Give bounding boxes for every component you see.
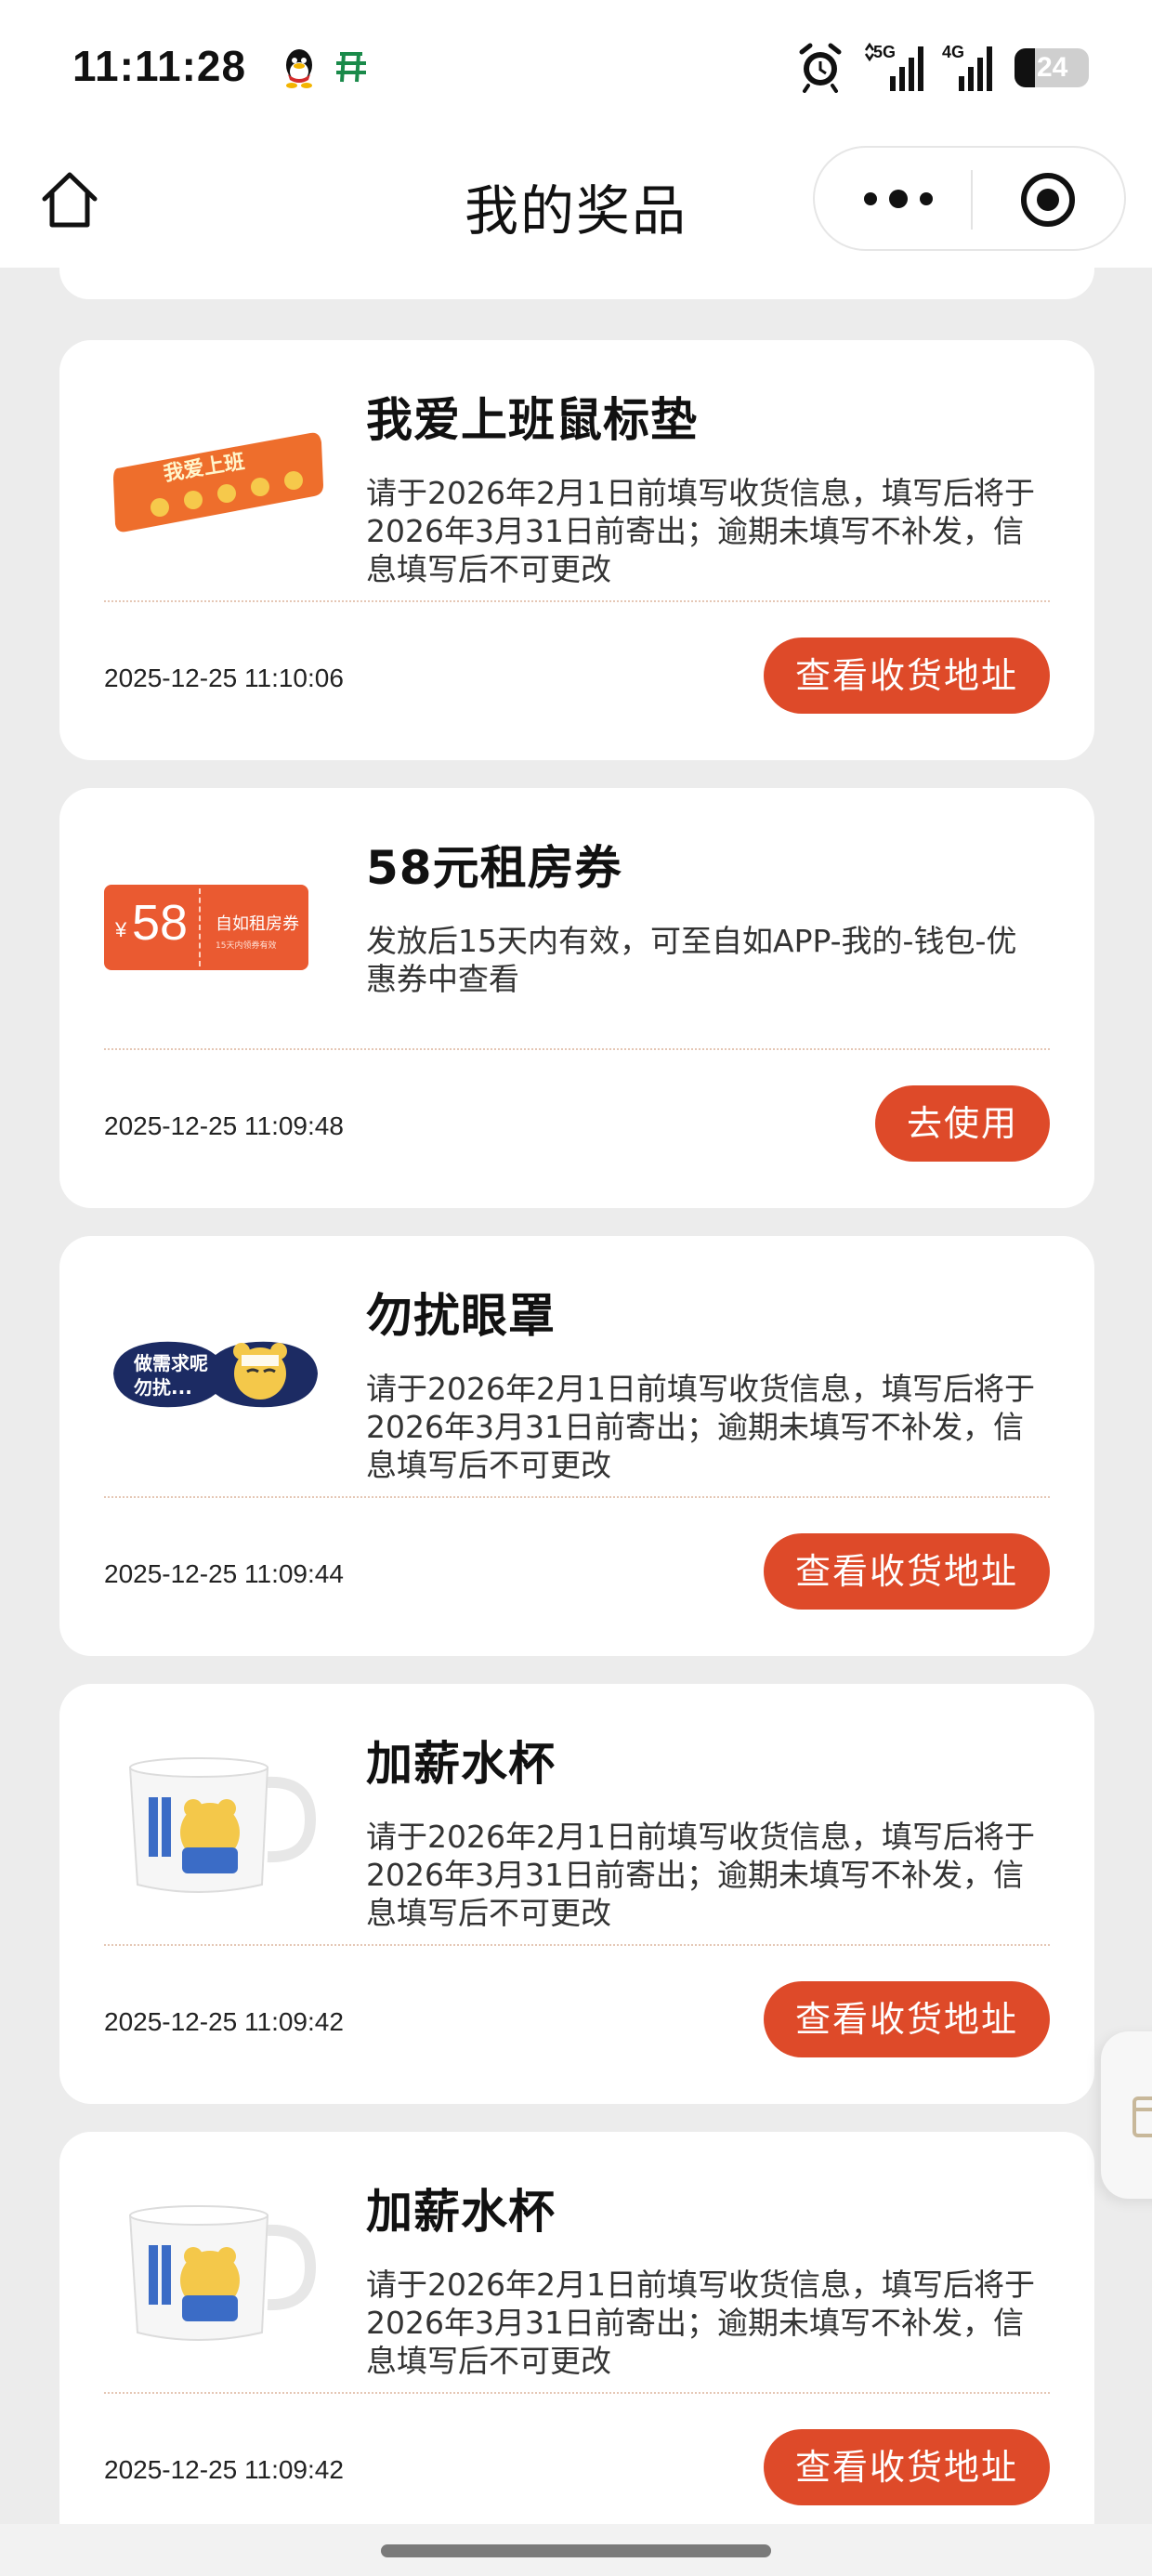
battery-icon: 24 [1015,48,1089,87]
divider [104,1048,1050,1050]
signal-5g-icon: 5G [862,41,927,93]
eye-mask-text-2: 勿扰... [134,1376,192,1399]
view-address-button[interactable]: 查看收货地址 [763,1981,1050,2057]
prize-name: 我爱上班鼠标垫 [366,393,698,447]
coupon-currency: ¥ [115,918,127,941]
divider [104,1944,1050,1946]
coupon-amount: 58 [132,895,189,951]
prize-name: 58元租房券 [366,841,622,895]
view-address-button[interactable]: 查看收货地址 [763,1533,1050,1610]
prize-time: 2025-12-25 11:10:06 [104,664,344,692]
target-close-icon[interactable] [1019,171,1077,229]
prize-description: 请于2026年2月1日前填写收货信息，填写后将于2026年3月31日前寄出；逾期… [366,1819,1035,1931]
prize-card: 加薪水杯 请于2026年2月1日前填写收货信息，填写后将于2026年3月31日前… [59,2132,1094,2524]
prize-name: 勿扰眼罩 [366,1289,556,1343]
mini-program-capsule [813,146,1126,251]
prize-card: ¥ 58 自如租房券 15天内领券有效 58元租房券 发放后15天内有效，可至自… [59,788,1094,1208]
status-bar: 11:11:28 5G 4G 24 [0,0,1152,138]
prize-description: 请于2026年2月1日前填写收货信息，填写后将于2026年3月31日前寄出；逾期… [366,475,1035,587]
system-navigation-bar [0,2524,1152,2576]
prize-card: 加薪水杯 请于2026年2月1日前填写收货信息，填写后将于2026年3月31日前… [59,1684,1094,2104]
prize-description: 请于2026年2月1日前填写收货信息，填写后将于2026年3月31日前寄出；逾期… [366,2267,1035,2379]
coupon-image: ¥ 58 自如租房券 15天内领券有效 [104,833,327,1019]
more-dots-icon[interactable] [852,176,945,222]
prize-time: 2025-12-25 11:09:42 [104,2007,344,2036]
previous-card-edge [59,268,1094,299]
divider [104,600,1050,602]
prize-time: 2025-12-25 11:09:44 [104,1559,344,1588]
view-address-button[interactable]: 查看收货地址 [763,637,1050,714]
prize-time: 2025-12-25 11:09:42 [104,2455,344,2484]
signal-4g-icon: 4G [940,41,998,93]
prize-card: 做需求呢 勿扰... 勿扰眼罩 请于2026年2月1日前填写收货信息，填写后将于… [59,1236,1094,1656]
mouse-pad-image: 我爱上班 [113,432,323,532]
divider [104,1496,1050,1498]
prize-list[interactable]: 我爱上班 我爱上班鼠标垫 请于2026年2月1日前填写收货信息，填写后将于202… [0,268,1152,2524]
prize-description: 发放后15天内有效，可至自如APP-我的-钱包-优惠券中查看 [366,923,1017,997]
view-address-button[interactable]: 查看收货地址 [763,2429,1050,2505]
battery-level: 24 [1037,52,1068,83]
nav-bar: 我的奖品 [0,138,1152,268]
prize-card: 我爱上班 我爱上班鼠标垫 请于2026年2月1日前填写收货信息，填写后将于202… [59,340,1094,760]
alarm-icon [799,43,842,93]
eye-mask-text-1: 做需求呢 [133,1352,208,1374]
floating-side-tab[interactable] [1101,2031,1152,2199]
status-time: 11:11:28 [72,42,247,90]
divider [104,2392,1050,2394]
use-coupon-button[interactable]: 去使用 [874,1085,1050,1162]
mug-image [128,2205,317,2341]
coupon-sub: 15天内领券有效 [216,941,277,951]
home-indicator[interactable] [381,2544,771,2557]
prize-time: 2025-12-25 11:09:48 [104,1111,344,1140]
qq-icon [286,49,312,88]
prize-description: 请于2026年2月1日前填写收货信息，填写后将于2026年3月31日前寄出；逾期… [366,1371,1035,1483]
eye-mask-image: 做需求呢 勿扰... [113,1341,318,1408]
mug-image [128,1757,317,1893]
gift-box-icon [1132,2096,1152,2137]
coupon-label: 自如租房券 [216,914,299,934]
prize-name: 加薪水杯 [366,2185,556,2239]
wallet-icon [336,52,366,83]
prize-name: 加薪水杯 [366,1737,556,1791]
capsule-divider [971,170,973,230]
